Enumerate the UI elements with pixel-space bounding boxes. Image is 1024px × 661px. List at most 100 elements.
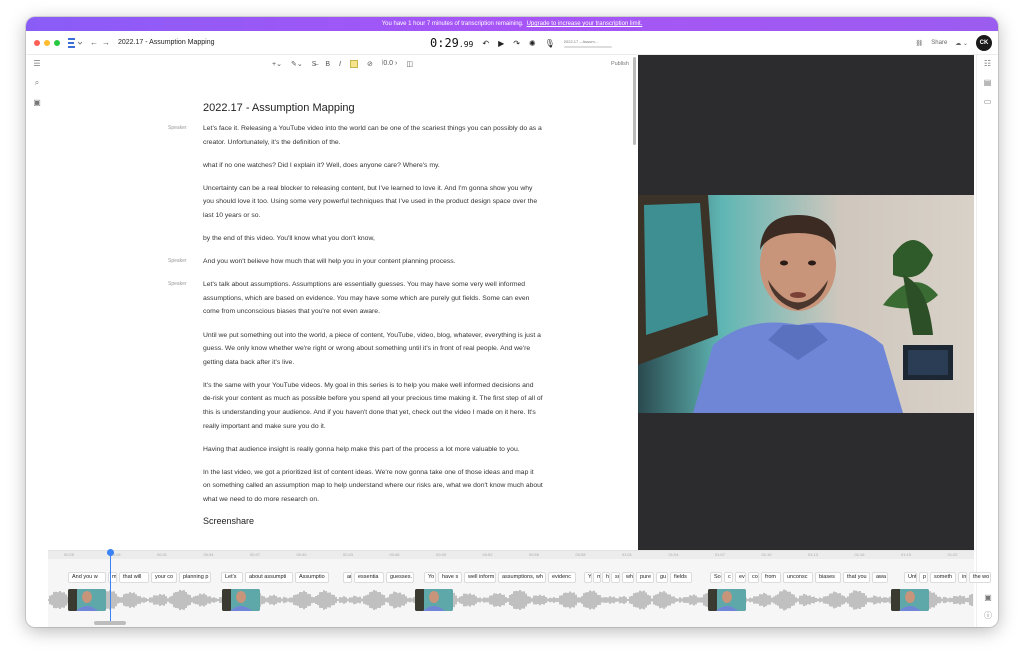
strikethrough-icon[interactable]: S̶ <box>312 61 317 68</box>
minimize-window-button[interactable] <box>44 39 50 46</box>
transcript-paragraph[interactable]: It's the same with your YouTube videos. … <box>203 379 543 433</box>
word-chip[interactable]: in <box>958 572 967 583</box>
word-chip[interactable]: biases <box>815 572 841 583</box>
word-chip[interactable]: from <box>761 572 781 583</box>
cloud-icon[interactable]: ☁ ⌄ <box>955 40 968 47</box>
paragraph-text: what if no one watches? Did I explain it… <box>203 161 440 169</box>
word-chip[interactable]: So <box>710 572 722 583</box>
word-chip[interactable]: evidenc <box>548 572 576 583</box>
word-chip[interactable]: ar <box>343 572 352 583</box>
transcript-paragraph[interactable]: what if no one watches? Did I explain it… <box>203 159 543 173</box>
word-chip[interactable]: someth <box>930 572 956 583</box>
word-chip[interactable]: c <box>724 572 733 583</box>
word-chip[interactable]: p <box>919 572 928 583</box>
play-icon[interactable]: ▶ <box>498 39 504 48</box>
timeline[interactable]: 00:25 00:28 00:31 00:34 00:37 00:40 00:43 00:46… <box>48 549 991 627</box>
word-chip[interactable]: the wo <box>969 572 991 583</box>
word-chip[interactable]: that you <box>843 572 870 583</box>
word-chip[interactable]: well inform <box>464 572 496 583</box>
gap-icon[interactable]: ⦚0.0 › <box>382 60 397 68</box>
transcript-paragraph[interactable]: by the end of this video. You'll know wh… <box>203 232 543 246</box>
video-thumbnail-clip[interactable] <box>708 589 746 611</box>
transcript-paragraph[interactable]: Speaker Let's talk about assumptions. Ass… <box>168 278 543 319</box>
mini-track[interactable]: 2022.17 – Assum... <box>563 39 612 48</box>
bold-icon[interactable]: B <box>325 61 330 68</box>
video-thumbnail-clip[interactable] <box>415 589 453 611</box>
back-arrow-icon[interactable]: ← <box>90 38 98 47</box>
timeline-ruler[interactable]: 00:25 00:28 00:31 00:34 00:37 00:40 00:43 00:46… <box>48 551 974 559</box>
italic-icon[interactable]: I <box>339 61 341 68</box>
word-chip[interactable]: have s <box>438 572 462 583</box>
attachment-icon[interactable]: ⊘ <box>367 60 373 68</box>
help-icon[interactable]: ⓘ <box>984 610 992 621</box>
word-chip[interactable]: unconsc <box>783 572 813 583</box>
transcript-paragraph[interactable]: In the last video, we got a prioritized … <box>203 466 543 507</box>
video-thumbnail-clip[interactable] <box>68 589 106 611</box>
word-chip[interactable]: assumptions, wh <box>498 572 546 583</box>
properties-icon[interactable]: ☷ <box>984 59 991 68</box>
word-chip[interactable]: Unt <box>904 572 917 583</box>
word-chip[interactable]: so <box>611 572 620 583</box>
ruler-tick: 01:16 <box>854 552 865 557</box>
speaker-label[interactable]: Speaker <box>168 122 187 136</box>
pen-icon[interactable]: ✎⌄ <box>291 60 303 68</box>
word-chip[interactable]: about assumpti <box>245 572 293 583</box>
skip-forward-icon[interactable]: ↷ <box>513 39 520 48</box>
word-chip[interactable]: fields <box>670 572 692 583</box>
forward-arrow-icon[interactable]: → <box>102 38 110 47</box>
skip-back-icon[interactable]: ↶ <box>482 39 489 48</box>
word-chip[interactable]: ev <box>735 572 746 583</box>
word-chip[interactable]: gu <box>656 572 668 583</box>
word-chip[interactable]: guesses. <box>386 572 414 583</box>
zoom-value: 0.0 <box>383 60 394 67</box>
word-chip[interactable]: awa <box>872 572 888 583</box>
timeline-scrollbar[interactable] <box>94 621 126 625</box>
word-chip[interactable]: that will <box>119 572 149 583</box>
add-icon[interactable]: +⌄ <box>272 60 282 68</box>
speaker-label[interactable]: Speaker <box>168 278 187 292</box>
zoom-window-button[interactable] <box>54 39 60 46</box>
editor-scrollbar[interactable] <box>633 57 636 145</box>
video-thumbnail-clip[interactable] <box>222 589 260 611</box>
library-icon[interactable]: ▣ <box>33 98 41 107</box>
microphone-icon[interactable]: 🎙 <box>545 39 555 48</box>
transcript-paragraph[interactable]: Having that audience insight is really g… <box>203 443 543 457</box>
word-chip[interactable]: planning p <box>179 572 211 583</box>
scenes-icon[interactable]: ▤ <box>984 78 992 87</box>
word-chip[interactable]: Assumptio <box>295 572 329 583</box>
publish-button[interactable]: Publish <box>611 61 629 67</box>
upgrade-link[interactable]: Upgrade to increase your transcription l… <box>527 21 643 27</box>
word-chip[interactable]: essentia <box>354 572 384 583</box>
project-menu-icon[interactable] <box>68 37 82 48</box>
highlight-icon[interactable] <box>350 60 358 68</box>
menu-icon[interactable]: ☰ <box>33 59 40 68</box>
search-icon[interactable]: ⌕ <box>35 78 39 88</box>
playhead[interactable] <box>107 549 114 621</box>
speed-icon[interactable]: ✺ <box>529 39 536 48</box>
word-chip[interactable]: your co <box>151 572 177 583</box>
word-chip[interactable]: co <box>748 572 759 583</box>
word-chip[interactable]: h <box>602 572 610 583</box>
close-window-button[interactable] <box>34 39 40 46</box>
ruler-tick: 01:01 <box>622 552 633 557</box>
layout-icon[interactable]: ▣ <box>984 593 992 602</box>
word-chip[interactable]: wh <box>622 572 634 583</box>
transcript-paragraph[interactable]: Speaker And you won't believe how much th… <box>168 255 543 269</box>
word-chip[interactable]: Y <box>584 572 592 583</box>
transcript-paragraph[interactable]: Speaker Let's face it. Releasing a YouTub… <box>168 122 543 149</box>
transcript-paragraph[interactable]: Until we put something out into the worl… <box>203 329 543 370</box>
word-chip[interactable]: m <box>593 572 601 583</box>
video-preview[interactable] <box>638 55 974 550</box>
comment-icon[interactable]: ◫ <box>406 60 413 68</box>
paragraph-list: Speaker Let's face it. Releasing a YouTub… <box>168 122 543 507</box>
word-chip[interactable]: Let's <box>221 572 243 583</box>
transcript-paragraph[interactable]: Uncertainty can be a real blocker to rel… <box>203 182 543 223</box>
word-chip[interactable]: pure <box>636 572 654 583</box>
share-button[interactable]: Share <box>931 40 947 46</box>
word-chip[interactable]: Yo <box>424 572 436 583</box>
video-thumbnail-clip[interactable] <box>891 589 929 611</box>
avatar[interactable]: CK <box>976 35 992 51</box>
comments-icon[interactable]: ▭ <box>984 97 992 106</box>
word-chip[interactable]: And you w <box>68 572 106 583</box>
speaker-label[interactable]: Speaker <box>168 255 187 269</box>
